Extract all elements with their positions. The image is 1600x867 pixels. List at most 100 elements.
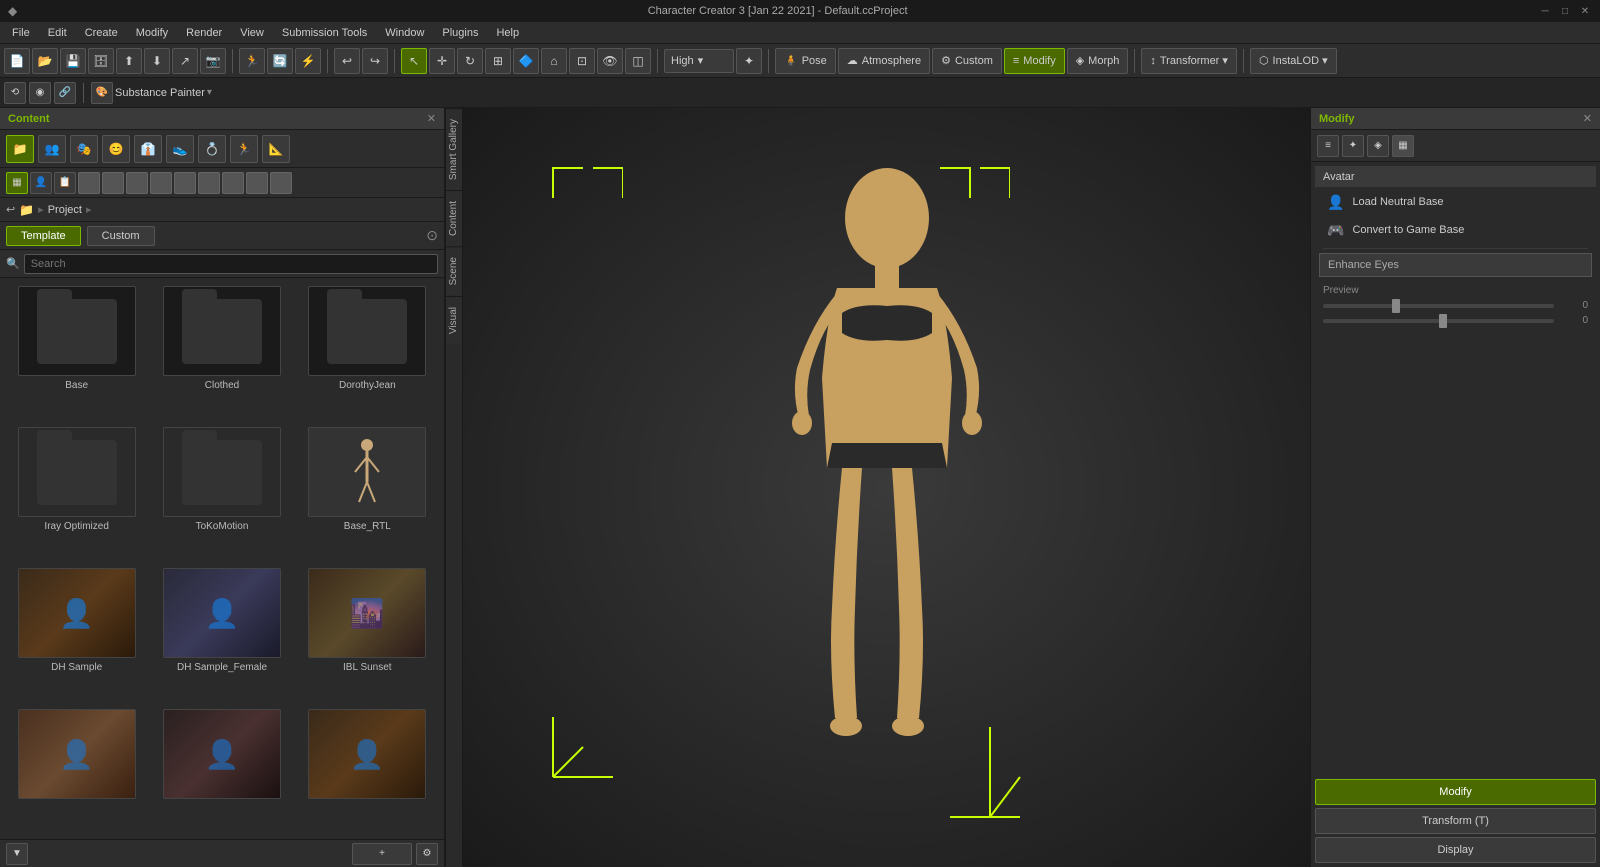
list-item[interactable]: 👤: [299, 709, 436, 831]
modify-icon-2[interactable]: ✦: [1342, 135, 1364, 157]
pose-icon-btn[interactable]: 🏃: [230, 135, 258, 163]
s3[interactable]: [126, 172, 148, 194]
modify-icon-1[interactable]: ≡: [1317, 135, 1339, 157]
s9[interactable]: [270, 172, 292, 194]
scene-tab[interactable]: Scene: [446, 246, 462, 295]
load-neutral-base-item[interactable]: 👤 Load Neutral Base: [1315, 188, 1596, 216]
menu-item-render[interactable]: Render: [178, 25, 230, 41]
s8[interactable]: [246, 172, 268, 194]
person2-btn[interactable]: 📋: [54, 172, 76, 194]
s1[interactable]: [78, 172, 100, 194]
content-panel-close[interactable]: ✕: [427, 112, 436, 125]
folder-view-btn[interactable]: 📁: [6, 135, 34, 163]
s6[interactable]: [198, 172, 220, 194]
home-btn[interactable]: ⌂: [541, 48, 567, 74]
s5[interactable]: [174, 172, 196, 194]
list-item[interactable]: Clothed: [153, 286, 290, 419]
s4[interactable]: [150, 172, 172, 194]
physics-btn[interactable]: ⚡: [295, 48, 321, 74]
search-input[interactable]: [24, 254, 438, 274]
list-item[interactable]: 👤 DH Sample: [8, 568, 145, 701]
outfit-btn[interactable]: 👔: [134, 135, 162, 163]
nav-folder-btn[interactable]: 📁: [19, 203, 34, 217]
rotate-btn[interactable]: ↻: [457, 48, 483, 74]
menu-item-view[interactable]: View: [232, 25, 272, 41]
list-item[interactable]: Iray Optimized: [8, 427, 145, 560]
export-btn[interactable]: ⬇: [144, 48, 170, 74]
export2-btn[interactable]: ↗: [172, 48, 198, 74]
camera-btn[interactable]: 📷: [200, 48, 226, 74]
s7[interactable]: [222, 172, 244, 194]
modify-bottom-btn[interactable]: Modify: [1315, 779, 1596, 805]
motion-btn[interactable]: 🔄: [267, 48, 293, 74]
minimize-btn[interactable]: ─: [1538, 4, 1552, 18]
list-item[interactable]: 👤 DH Sample_Female: [153, 568, 290, 701]
transformer-btn[interactable]: ↕ Transformer ▾: [1141, 48, 1237, 74]
face-btn[interactable]: 😊: [102, 135, 130, 163]
wireframe-btn[interactable]: ◫: [625, 48, 651, 74]
motion-icon-btn[interactable]: 📐: [262, 135, 290, 163]
smart-gallery-tab[interactable]: Smart Gallery: [446, 108, 462, 190]
modify-icon-4[interactable]: ▦: [1392, 135, 1414, 157]
undo-btn[interactable]: ↩: [334, 48, 360, 74]
new-btn[interactable]: 📄: [4, 48, 30, 74]
select-btn[interactable]: ↖: [401, 48, 427, 74]
list-item[interactable]: ToKoMotion: [153, 427, 290, 560]
person-btn[interactable]: 👤: [30, 172, 52, 194]
menu-item-submission tools[interactable]: Submission Tools: [274, 25, 375, 41]
view-btn[interactable]: 👁: [597, 48, 623, 74]
accessory-btn[interactable]: 💍: [198, 135, 226, 163]
scroll-down-btn[interactable]: ▼: [6, 843, 28, 865]
viewport[interactable]: ⚙ Preference ✕ ⚙ + Control + Grid + Disp…: [463, 108, 1310, 867]
add-content-btn[interactable]: +: [352, 843, 412, 865]
atmosphere-btn[interactable]: ☁ Atmosphere: [838, 48, 930, 74]
menu-item-modify[interactable]: Modify: [128, 25, 176, 41]
save-as-btn[interactable]: 🗄: [88, 48, 114, 74]
content-tab[interactable]: Content: [446, 190, 462, 246]
transform-bottom-btn[interactable]: Transform (T): [1315, 808, 1596, 834]
slider-thumb-2[interactable]: [1439, 314, 1447, 328]
instalod-btn[interactable]: ⬡ InstaLOD ▾: [1250, 48, 1337, 74]
quality-dropdown[interactable]: High ▾: [664, 49, 734, 73]
list-item[interactable]: Base: [8, 286, 145, 419]
scale-btn[interactable]: ⊞: [485, 48, 511, 74]
list-item[interactable]: 🌆 IBL Sunset: [299, 568, 436, 701]
avatar-section-header[interactable]: Avatar: [1315, 166, 1596, 188]
collapse-btn[interactable]: ⊙: [426, 227, 438, 244]
menu-item-edit[interactable]: Edit: [40, 25, 75, 41]
display-bottom-btn[interactable]: Display: [1315, 837, 1596, 863]
custom-btn[interactable]: ⚙ Custom: [932, 48, 1002, 74]
slider-thumb-1[interactable]: [1392, 299, 1400, 313]
save-btn[interactable]: 💾: [60, 48, 86, 74]
fullscreen-btn[interactable]: ⊡: [569, 48, 595, 74]
list-item[interactable]: 👤: [153, 709, 290, 831]
template-tab[interactable]: Template: [6, 226, 81, 246]
nav-back-btn[interactable]: ↩: [6, 203, 15, 216]
convert-game-base-item[interactable]: 🎮 Convert to Game Base: [1315, 216, 1596, 244]
hair-btn[interactable]: 🎭: [70, 135, 98, 163]
enhance-eyes-btn[interactable]: Enhance Eyes: [1319, 253, 1592, 277]
visual-tab[interactable]: Visual: [446, 296, 462, 344]
modify-icon-3[interactable]: ◈: [1367, 135, 1389, 157]
menu-item-file[interactable]: File: [4, 25, 38, 41]
nav-project[interactable]: Project: [48, 204, 82, 216]
open-btn[interactable]: 📂: [32, 48, 58, 74]
settings-btn[interactable]: ⚙: [416, 843, 438, 865]
menu-item-window[interactable]: Window: [377, 25, 432, 41]
s2[interactable]: [102, 172, 124, 194]
list-item[interactable]: DorothyJean: [299, 286, 436, 419]
custom-tab[interactable]: Custom: [87, 226, 155, 246]
morph-btn[interactable]: ◈ Morph: [1067, 48, 1129, 74]
star-btn[interactable]: ✦: [736, 48, 762, 74]
pose-library-btn[interactable]: 🏃: [239, 48, 265, 74]
menu-item-plugins[interactable]: Plugins: [434, 25, 486, 41]
global-mode-btn[interactable]: ◉: [29, 82, 51, 104]
redo-btn[interactable]: ↪: [362, 48, 388, 74]
pose-btn[interactable]: 🧍 Pose: [775, 48, 836, 74]
shoes-btn[interactable]: 👟: [166, 135, 194, 163]
menu-item-create[interactable]: Create: [77, 25, 126, 41]
menu-item-help[interactable]: Help: [488, 25, 527, 41]
list-item[interactable]: 👤: [8, 709, 145, 831]
move-btn[interactable]: ✛: [429, 48, 455, 74]
close-btn[interactable]: ✕: [1578, 4, 1592, 18]
